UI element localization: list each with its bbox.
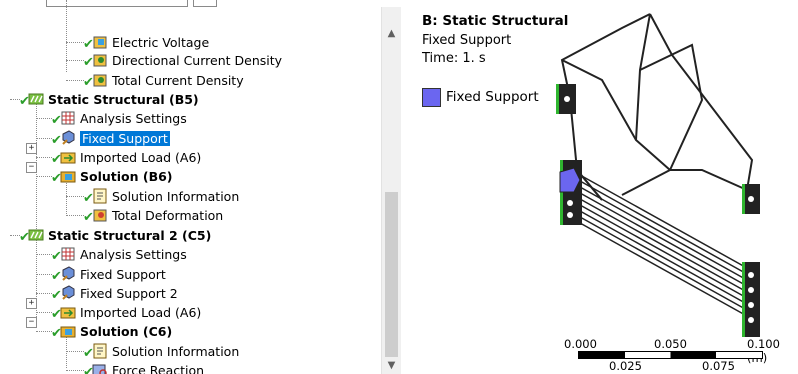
tree-row-label[interactable]: Fixed Support [80, 267, 166, 282]
analysis-settings-icon: ✔ [51, 246, 76, 264]
total-deformation-icon: ✔ [83, 207, 108, 225]
scale-label-4: 0.075 [702, 359, 735, 373]
current-density-result-icon: ✔ [83, 72, 108, 90]
tree-row-label[interactable]: Solution Information [112, 189, 239, 204]
graphics-view[interactable]: B: Static Structural Fixed Support Time:… [402, 0, 798, 374]
analysis-settings-icon: ✔ [51, 110, 76, 128]
fixed-support-icon: ✔ [51, 130, 76, 148]
status-check-icon: ✔ [83, 346, 94, 361]
scale-label-0: 0.000 [564, 337, 597, 351]
solution-icon: ✔ [51, 323, 76, 341]
tree-row-label[interactable]: Static Structural (B5) [48, 92, 199, 107]
expander-solution-c[interactable]: − [26, 317, 37, 328]
tree-row-force-reaction[interactable]: ✔ Force Reaction [83, 360, 204, 374]
tree-row-label[interactable]: Fixed Support [80, 130, 170, 146]
status-check-icon: ✔ [51, 113, 62, 128]
tree-row-label[interactable]: Analysis Settings [80, 111, 187, 126]
conductor-bundle [579, 174, 748, 317]
scale-label-1: 0.050 [654, 337, 687, 351]
status-check-icon: ✔ [51, 326, 62, 341]
force-reaction-icon: ✔ [83, 362, 108, 374]
fixed-support-icon: ✔ [51, 285, 76, 303]
tree-row-fixed-support[interactable]: ✔ Fixed Support [51, 128, 170, 148]
status-check-icon: ✔ [51, 269, 62, 284]
status-check-icon: ✔ [83, 365, 94, 374]
tree-row-electric-voltage[interactable]: ✔ Electric Voltage [83, 32, 209, 53]
tree-row-solution-b6[interactable]: ✔ Solution (B6) [51, 166, 173, 187]
status-check-icon: ✔ [51, 152, 62, 167]
expander-imported-load-b[interactable]: + [26, 143, 37, 154]
status-check-icon: ✔ [51, 288, 62, 303]
status-check-icon: ✔ [19, 94, 30, 109]
imported-load-icon: ✔ [51, 149, 76, 167]
expander-imported-load-c[interactable]: + [26, 298, 37, 309]
static-structural-icon: ✔ [19, 91, 44, 109]
tree-row-solution-c6[interactable]: ✔ Solution (C6) [51, 321, 172, 342]
tree-row-fixed-support-2[interactable]: ✔ Fixed Support 2 [51, 283, 178, 303]
current-density-result-icon: ✔ [83, 52, 108, 70]
frame-bottom-link [621, 169, 748, 196]
status-check-icon: ✔ [51, 171, 62, 186]
tree-row-label[interactable]: Solution Information [112, 344, 239, 359]
tree-row-label[interactable]: Fixed Support 2 [80, 286, 178, 301]
model-view[interactable] [402, 0, 798, 374]
tree-row-solution-information[interactable]: ✔ Solution Information [83, 186, 239, 206]
solution-information-icon: ✔ [83, 188, 108, 206]
tree-row-static-structural-2-c5[interactable]: ✔ Static Structural 2 (C5) [19, 225, 211, 246]
voltage-result-icon: ✔ [83, 34, 108, 52]
dropdown-box[interactable] [193, 0, 217, 7]
status-check-icon: ✔ [83, 55, 94, 70]
status-check-icon: ✔ [51, 307, 62, 322]
tree-row-label[interactable]: Force Reaction [112, 363, 204, 374]
tree-row-imported-load-a6[interactable]: ✔ Imported Load (A6) [51, 302, 201, 323]
scale-label-3: 0.025 [609, 359, 642, 373]
tree-row-analysis-settings[interactable]: ✔ Analysis Settings [51, 108, 187, 129]
tree-row-imported-load-a6[interactable]: ✔ Imported Load (A6) [51, 147, 201, 168]
tree-row-label[interactable]: Static Structural 2 (C5) [48, 228, 211, 243]
wire-frame [560, 13, 754, 201]
fixed-support-icon: ✔ [51, 266, 76, 284]
frame-center-arm [635, 13, 651, 141]
tree-row-label[interactable]: Analysis Settings [80, 247, 187, 262]
status-check-icon: ✔ [51, 249, 62, 264]
tree-row-directional-current-density[interactable]: ✔ Directional Current Density [83, 50, 282, 71]
tree-row-label[interactable]: Imported Load (A6) [80, 150, 201, 165]
scroll-down-arrow[interactable]: ▼ [382, 359, 401, 373]
status-check-icon: ✔ [83, 191, 94, 206]
status-check-icon: ✔ [51, 133, 62, 148]
status-check-icon: ✔ [19, 230, 30, 245]
scroll-up-arrow[interactable]: ▲ [382, 27, 401, 41]
scale-bar [578, 351, 763, 359]
tree-row-label[interactable]: Solution (C6) [80, 324, 172, 339]
tree-row-solution-information[interactable]: ✔ Solution Information [83, 341, 239, 361]
vertical-scrollbar[interactable]: ▲ ▼ [381, 7, 401, 374]
tree-row-label[interactable]: Total Deformation [112, 208, 223, 223]
tree-row-static-structural-b5[interactable]: ✔ Static Structural (B5) [19, 89, 199, 110]
solution-information-icon: ✔ [83, 343, 108, 361]
status-check-icon: ✔ [83, 210, 94, 225]
static-structural-icon: ✔ [19, 227, 44, 245]
tree-row-label[interactable]: Directional Current Density [112, 53, 282, 68]
tree-row-total-current-density[interactable]: ✔ Total Current Density [83, 70, 244, 91]
scroll-thumb[interactable] [385, 192, 398, 357]
status-check-icon: ✔ [83, 75, 94, 90]
outline-tree-panel: ✔ Electric Voltage ✔ Directional Current De… [0, 0, 402, 374]
solution-icon: ✔ [51, 168, 76, 186]
frame-left-slope [561, 59, 671, 171]
tree-row-analysis-settings[interactable]: ✔ Analysis Settings [51, 244, 187, 265]
expander-solution-b[interactable]: − [26, 162, 37, 173]
tree-row-total-deformation[interactable]: ✔ Total Deformation [83, 205, 223, 226]
tree-header-strip [0, 0, 402, 7]
tree-row-label[interactable]: Imported Load (A6) [80, 305, 201, 320]
imported-load-icon: ✔ [51, 304, 76, 322]
tree-row-label[interactable]: Solution (B6) [80, 169, 173, 184]
tree-row-label[interactable]: Total Current Density [112, 73, 244, 88]
search-box[interactable] [46, 0, 188, 7]
tree-row-fixed-support[interactable]: ✔ Fixed Support [51, 264, 166, 284]
tree-row-label[interactable]: Electric Voltage [112, 35, 209, 50]
